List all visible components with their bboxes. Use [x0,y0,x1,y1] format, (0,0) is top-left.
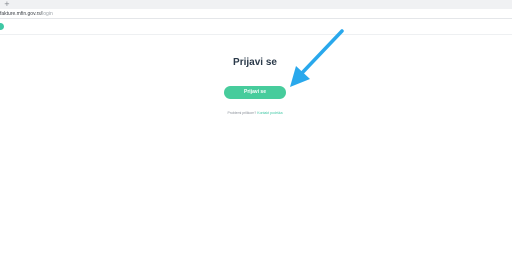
new-tab-button[interactable]: + [4,0,10,8]
url-path: login [42,11,53,17]
url-host: fakture.mfin.gov.rs/ [0,11,43,17]
contact-support-link[interactable]: Kontakt podrška [257,111,282,115]
page-title: Prijavi se [233,57,277,68]
login-button[interactable]: Prijavi se [224,86,286,99]
help-row: Problemi prilikom? Kontakt podrška [0,111,510,116]
page: + fakture.mfin.gov.rs/login Prijavi se P… [0,0,512,274]
circle-logo-icon[interactable] [0,23,4,30]
annotation-arrow-icon [290,29,344,87]
site-header [0,19,512,35]
annotation-arrow-head [290,66,310,87]
url-text[interactable]: fakture.mfin.gov.rs/login [0,11,53,17]
browser-tabstrip: + [0,0,512,9]
browser-address-bar[interactable]: fakture.mfin.gov.rs/login [0,9,512,19]
help-prompt: Problemi prilikom? [227,111,257,115]
